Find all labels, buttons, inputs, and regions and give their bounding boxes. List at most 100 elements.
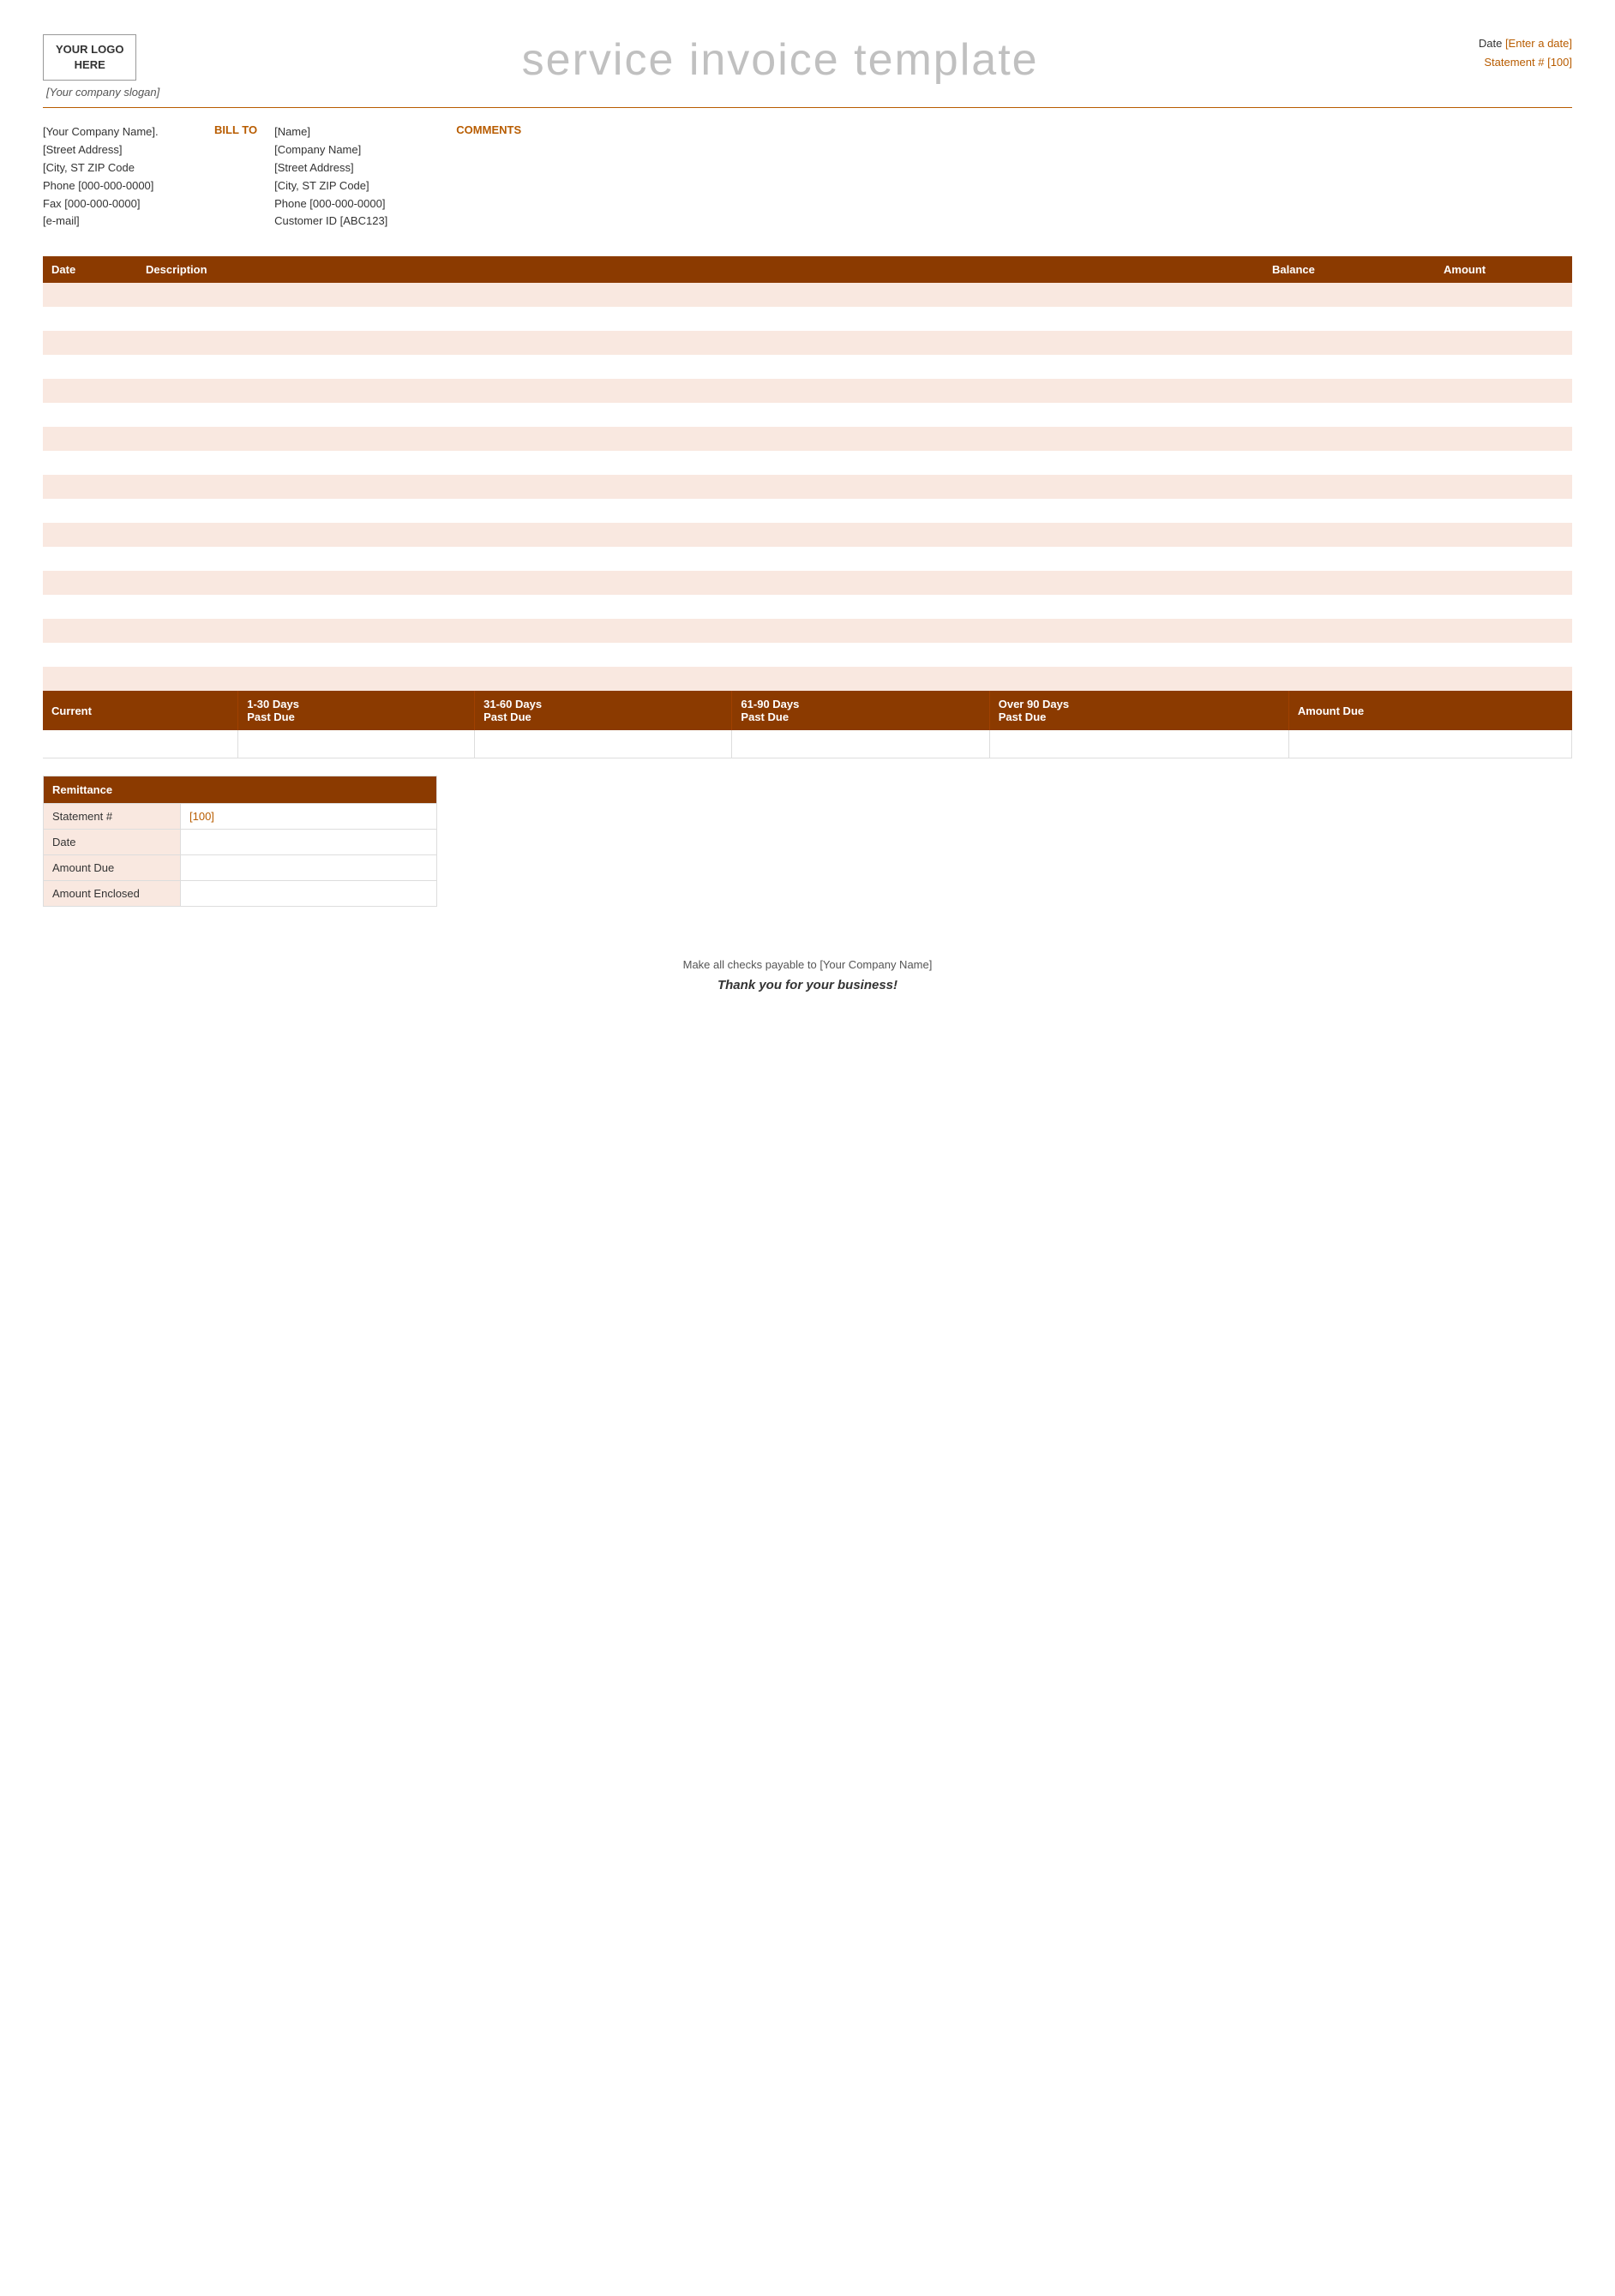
table-body (43, 283, 1572, 691)
cell-desc (137, 307, 1264, 331)
cell-desc (137, 619, 1264, 643)
company-name: [Your Company Name]. (43, 123, 214, 141)
summary-header-over-90: Over 90 DaysPast Due (989, 691, 1288, 730)
table-row (43, 595, 1572, 619)
cell-date (43, 595, 137, 619)
remittance-amount-due-label: Amount Due (44, 854, 181, 880)
cell-date (43, 619, 137, 643)
cell-balance (1264, 355, 1435, 379)
summary-header-1-30: 1-30 DaysPast Due (238, 691, 475, 730)
cell-balance (1264, 403, 1435, 427)
cell-desc (137, 523, 1264, 547)
company-street: [Street Address] (43, 141, 214, 159)
cell-date (43, 667, 137, 691)
cell-date (43, 475, 137, 499)
cell-amount (1435, 427, 1572, 451)
comments-block: COMMENTS (456, 123, 521, 231)
cell-amount (1435, 475, 1572, 499)
company-phone: Phone [000-000-0000] (43, 177, 214, 195)
cell-desc (137, 571, 1264, 595)
header-description: Description (137, 256, 1264, 283)
cell-amount (1435, 451, 1572, 475)
cell-amount (1435, 523, 1572, 547)
bill-to-block: BILL TO [Name] [Company Name] [Street Ad… (214, 123, 456, 231)
checks-payable-text: Make all checks payable to [Your Company… (43, 958, 1572, 971)
cell-amount (1435, 547, 1572, 571)
bt-name: [Name] (274, 123, 387, 141)
summary-current-value (43, 730, 238, 758)
page-footer: Make all checks payable to [Your Company… (43, 958, 1572, 992)
cell-amount (1435, 667, 1572, 691)
summary-61-90-value (732, 730, 989, 758)
cell-amount (1435, 307, 1572, 331)
cell-balance (1264, 619, 1435, 643)
cell-balance (1264, 307, 1435, 331)
comments-label: COMMENTS (456, 123, 521, 136)
cell-desc (137, 475, 1264, 499)
table-row (43, 499, 1572, 523)
table-header: Date Description Balance Amount (43, 256, 1572, 283)
logo-line1: YOUR LOGO (56, 43, 123, 56)
table-row (43, 379, 1572, 403)
summary-1-30-value (238, 730, 475, 758)
cell-amount (1435, 331, 1572, 355)
cell-balance (1264, 283, 1435, 307)
cell-balance (1264, 523, 1435, 547)
cell-desc (137, 331, 1264, 355)
cell-amount (1435, 619, 1572, 643)
table-row (43, 523, 1572, 547)
table-row (43, 643, 1572, 667)
remittance-amount-due-row: Amount Due (44, 854, 437, 880)
cell-date (43, 571, 137, 595)
cell-balance (1264, 499, 1435, 523)
table-row (43, 307, 1572, 331)
table-row (43, 355, 1572, 379)
summary-31-60-value (475, 730, 732, 758)
cell-desc (137, 427, 1264, 451)
remittance-section: Remittance Statement # [100] Date Amount… (43, 776, 437, 907)
company-email: [e-mail] (43, 213, 214, 231)
table-row (43, 403, 1572, 427)
remittance-table: Remittance Statement # [100] Date Amount… (43, 776, 437, 907)
cell-balance (1264, 643, 1435, 667)
cell-desc (137, 595, 1264, 619)
date-value: [Enter a date] (1505, 37, 1572, 50)
table-row (43, 571, 1572, 595)
cell-amount (1435, 283, 1572, 307)
cell-desc (137, 643, 1264, 667)
company-city: [City, ST ZIP Code (43, 159, 214, 177)
remittance-statement-row: Statement # [100] (44, 803, 437, 829)
cell-desc (137, 403, 1264, 427)
remittance-date-value (181, 829, 437, 854)
cell-balance (1264, 595, 1435, 619)
remittance-statement-label: Statement # (44, 803, 181, 829)
cell-desc (137, 499, 1264, 523)
thank-you-text: Thank you for your business! (43, 978, 1572, 992)
header-amount: Amount (1435, 256, 1572, 283)
bt-street: [Street Address] (274, 159, 387, 177)
cell-date (43, 403, 137, 427)
cell-amount (1435, 595, 1572, 619)
summary-over90-value (989, 730, 1288, 758)
company-slogan: [Your company slogan] (46, 86, 159, 99)
table-row (43, 667, 1572, 691)
summary-header-amount-due: Amount Due (1288, 691, 1571, 730)
cell-balance (1264, 475, 1435, 499)
cell-amount (1435, 379, 1572, 403)
cell-balance (1264, 547, 1435, 571)
remittance-amount-enclosed-label: Amount Enclosed (44, 880, 181, 906)
bt-company: [Company Name] (274, 141, 387, 159)
summary-header-current: Current (43, 691, 238, 730)
remittance-title: Remittance (44, 776, 437, 803)
cell-balance (1264, 427, 1435, 451)
summary-amount-due-value (1288, 730, 1571, 758)
bt-phone: Phone [000-000-0000] (274, 195, 387, 213)
date-label: Date (1479, 37, 1502, 50)
cell-date (43, 451, 137, 475)
title-area: service invoice template (159, 34, 1401, 86)
logo-slogan-area: YOUR LOGO HERE [Your company slogan] (43, 34, 159, 99)
cell-balance (1264, 571, 1435, 595)
main-table: Date Description Balance Amount (43, 256, 1572, 691)
remittance-header-row: Remittance (44, 776, 437, 803)
bt-city: [City, ST ZIP Code] (274, 177, 387, 195)
